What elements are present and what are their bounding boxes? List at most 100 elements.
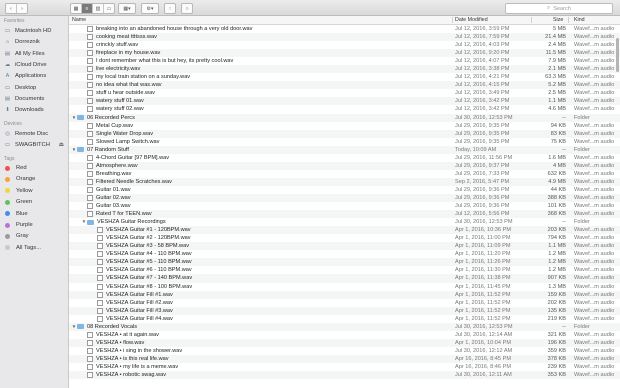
file-row[interactable]: Metal Cup.wav Jul 29, 2016, 9:35 PM 94 KB W…: [69, 122, 620, 130]
sidebar-item-red[interactable]: Red: [4, 163, 67, 173]
back-button[interactable]: ‹: [6, 4, 17, 13]
date-modified-cell: Jul 29, 2016, 9:35 PM: [455, 130, 510, 137]
sidebar-item-remote-disc[interactable]: ◎ Remote Disc: [4, 129, 67, 139]
folder-row[interactable]: ▼ VESHZA Guitar Recordings Jul 30, 2016, 1…: [69, 218, 620, 226]
file-row[interactable]: VESHZA • my life is a meme.wav Apr 16, 20…: [69, 363, 620, 371]
size-cell: 2.4 MB: [548, 42, 566, 49]
file-row[interactable]: VESHZA Guitar #5 - 110 BPM.wav Apr 1, 201…: [69, 258, 620, 267]
date-modified-cell: Apr 16, 2016, 8:45 PM: [455, 355, 511, 362]
sidebar-item-swagbitch[interactable]: ▭ SWAGBITCH ⏏: [4, 140, 67, 150]
file-row[interactable]: Filtered Needle Scratches.wav Sep 2, 2016…: [69, 177, 620, 186]
sidebar-item-applications[interactable]: A Applications: [4, 71, 67, 81]
arrange-button[interactable]: ▦▾: [119, 4, 135, 13]
file-row[interactable]: VESHZA • is this real life.wav Apr 16, 20…: [69, 354, 620, 363]
sidebar-item-orange[interactable]: Orange: [4, 174, 67, 184]
file-row[interactable]: live electricity.wav Jul 12, 2016, 3:38 P…: [69, 65, 620, 74]
sidebar-item-downloads[interactable]: ⬇ Downloads: [4, 105, 67, 115]
search-field[interactable]: ⌕ Search: [505, 3, 613, 14]
file-row[interactable]: Guitar 01.wav Jul 29, 2016, 9:36 PM 44 KB W…: [69, 186, 620, 194]
size-cell: 21.4 MB: [545, 34, 566, 41]
file-name: VESHZA • is this real life.wav: [96, 355, 169, 362]
file-row[interactable]: VESHZA • robotic swag.wav Jul 30, 2016, 1…: [69, 371, 620, 380]
sidebar-item-gray[interactable]: Gray: [4, 231, 67, 241]
file-row[interactable]: breaking into an abandoned house through…: [69, 25, 620, 33]
sidebar-item-label: Purple: [16, 222, 33, 228]
file-row[interactable]: Single Water Drop.wav Jul 29, 2016, 9:35 …: [69, 129, 620, 138]
file-row[interactable]: VESHZA Guitar Fill #1.wav Apr 1, 2016, 11…: [69, 290, 620, 299]
sidebar-item-all-tags[interactable]: All Tags...: [4, 243, 67, 253]
file-row[interactable]: VESHZA Guitar Fill #2.wav Apr 1, 2016, 11…: [69, 299, 620, 307]
share-button[interactable]: ↑: [165, 4, 175, 13]
file-row[interactable]: VESHZA Guitar #3 - 58 BPM.wav Apr 1, 2016…: [69, 242, 620, 251]
folder-row[interactable]: ▼ 06 Recorded Percs Jul 30, 2016, 12:53 PM…: [69, 113, 620, 122]
sidebar-item-icloud-drive[interactable]: ☁ iCloud Drive: [4, 60, 67, 70]
icon-view-button[interactable]: ▦: [71, 4, 82, 13]
file-row[interactable]: crinckly stuff.wav Jul 12, 2016, 4:03 PM 2…: [69, 41, 620, 49]
file-row[interactable]: fireplace in my house.wav Jul 12, 2016, 9…: [69, 49, 620, 58]
file-row[interactable]: no idea what that was.wav Jul 12, 2016, 4…: [69, 81, 620, 90]
column-divider[interactable]: [531, 17, 532, 23]
kind-cell: Wavef...m audio: [574, 259, 615, 266]
cover-flow-button[interactable]: ▭: [104, 4, 114, 13]
action-gear-button[interactable]: ⚙▾: [142, 4, 158, 13]
tag-color-dot-icon: [5, 199, 10, 205]
sidebar-item-purple[interactable]: Purple: [4, 220, 67, 230]
sidebar-item-all-my-files[interactable]: ▤ All My Files: [4, 49, 67, 59]
file-row[interactable]: VESHZA Guitar #2 - 120BPM.wav Apr 1, 2016…: [69, 234, 620, 242]
file-row[interactable]: Breathing.wav Jul 29, 2016, 7:33 PM 632 KB…: [69, 170, 620, 178]
name-cell: VESHZA Guitar #8 - 100 BPM.wav: [91, 283, 192, 291]
sidebar-item-blue[interactable]: Blue: [4, 209, 67, 219]
file-row[interactable]: Slowed Lamp Switch.wav Jul 29, 2016, 9:35…: [69, 138, 620, 146]
file-row[interactable]: VESHZA Guitar #7 - 140 BPM.wav Apr 1, 201…: [69, 274, 620, 283]
edit-tags-button[interactable]: ○: [182, 4, 192, 13]
folder-row[interactable]: ▼ 08 Recorded Vocals Jul 30, 2016, 12:53 P…: [69, 322, 620, 331]
sidebar-item-dorreznik[interactable]: ⌂ Dorreznik: [4, 37, 67, 47]
file-row[interactable]: VESHZA Guitar Fill #4.wav Apr 1, 2016, 11…: [69, 315, 620, 323]
sidebar-item-yellow[interactable]: Yellow: [4, 186, 67, 196]
column-divider[interactable]: [568, 17, 569, 23]
file-name: 4-Chord Guitar [97 BPM].wav: [96, 154, 170, 161]
file-row[interactable]: 4-Chord Guitar [97 BPM].wav Jul 29, 2016,…: [69, 154, 620, 162]
column-divider[interactable]: [452, 17, 453, 23]
sidebar-item-desktop[interactable]: ▭ Desktop: [4, 83, 67, 93]
file-row[interactable]: VESHZA Guitar #6 - 110 BPM.wav Apr 1, 201…: [69, 266, 620, 274]
file-row[interactable]: VESHZA • i sing in the shower.wav Jul 30,…: [69, 347, 620, 355]
forward-button[interactable]: ›: [17, 4, 27, 13]
name-column-header[interactable]: Name: [72, 17, 86, 23]
column-view-button[interactable]: ▥: [93, 4, 104, 13]
sidebar-item-macintosh-hd[interactable]: ▭ Macintosh HD: [4, 26, 67, 36]
file-name: VESHZA • flow.wav: [96, 339, 145, 346]
name-cell: VESHZA Guitar #6 - 110 BPM.wav: [91, 266, 192, 274]
folder-row[interactable]: ▼ 07 Random Stuff Today, 10:09 AM -- Folder: [69, 145, 620, 154]
file-name: VESHZA Guitar #1 - 120BPM.wav: [106, 227, 191, 234]
file-name: Rated T for TEEN.wav: [96, 211, 152, 218]
file-row[interactable]: VESHZA Guitar #4 - 110 BPM.wav Apr 1, 201…: [69, 250, 620, 258]
file-row[interactable]: I dont remember what this is but hey, it…: [69, 57, 620, 65]
name-cell: my local train station on a sunday.wav: [81, 73, 190, 81]
list-view-button[interactable]: ≡: [82, 4, 93, 13]
date-column-header[interactable]: Date Modified: [455, 17, 488, 23]
name-cell: VESHZA Guitar #7 - 140 BPM.wav: [91, 274, 192, 282]
sidebar-item-documents[interactable]: ▤ Documents: [4, 94, 67, 104]
file-row[interactable]: Guitar 03.wav Jul 29, 2016, 9:36 PM 101 KB…: [69, 202, 620, 210]
kind-cell: Wavef...m audio: [574, 42, 615, 49]
file-row[interactable]: stuff u hear outside.wav Jul 12, 2016, 3:…: [69, 89, 620, 97]
file-name: stuff u hear outside.wav: [96, 90, 155, 97]
file-row[interactable]: Guitar 02.wav Jul 29, 2016, 9:36 PM 388 KB…: [69, 193, 620, 203]
file-row[interactable]: VESHZA Guitar #8 - 100 BPM.wav Apr 1, 201…: [69, 283, 620, 291]
file-row[interactable]: cooking meat ttttsss.wav Jul 12, 2016, 7:…: [69, 33, 620, 42]
file-row[interactable]: my local train station on a sunday.wav Ju…: [69, 73, 620, 81]
file-row[interactable]: VESHZA Guitar Fill #3.wav Apr 1, 2016, 11…: [69, 306, 620, 315]
eject-icon[interactable]: ⏏: [59, 142, 64, 148]
file-row[interactable]: Rated T for TEEN.wav Jul 12, 2016, 5:56 P…: [69, 210, 620, 219]
file-row[interactable]: watery stuff 02.wav Jul 12, 2016, 3:42 PM…: [69, 105, 620, 113]
file-row[interactable]: VESHZA • flow.wav Apr 1, 2016, 10:04 PM 19…: [69, 338, 620, 347]
sidebar-item-green[interactable]: Green: [4, 197, 67, 207]
vertical-scrollbar[interactable]: [616, 38, 619, 72]
kind-column-header[interactable]: Kind: [574, 17, 585, 23]
file-row[interactable]: VESHZA Guitar #1 - 120BPM.wav Apr 1, 2016…: [69, 226, 620, 235]
file-row[interactable]: VESHZA • at it again.wav Jul 30, 2016, 12…: [69, 331, 620, 339]
size-column-header[interactable]: Size: [553, 17, 563, 23]
file-row[interactable]: watery stuff 01.wav Jul 12, 2016, 3:42 PM…: [69, 97, 620, 106]
file-row[interactable]: Atmosphere.wav Jul 29, 2016, 9:37 PM 4 MB W…: [69, 161, 620, 170]
